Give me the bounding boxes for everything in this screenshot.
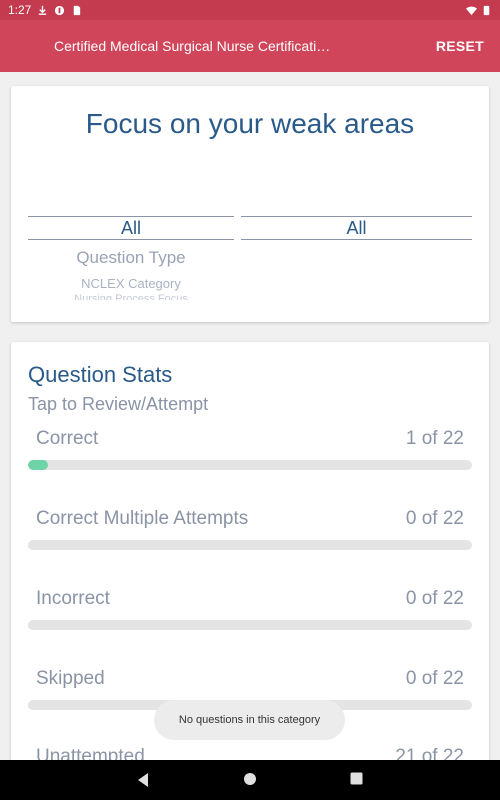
picker-option-question-type[interactable]: Question Type <box>28 248 234 268</box>
block-icon <box>55 5 65 15</box>
app-title: Certified Medical Surgical Nurse Certifi… <box>54 38 331 54</box>
navigation-bar <box>0 760 500 800</box>
status-bar: 1:27 <box>0 0 500 20</box>
recent-apps-icon[interactable] <box>350 772 363 785</box>
toast-message: No questions in this category <box>154 700 345 740</box>
picker-option-nursing-process[interactable]: Nursing Process Focus <box>28 292 234 300</box>
subcategory-filter-select[interactable]: All <box>241 216 472 240</box>
stat-value: 0 of 22 <box>405 588 464 609</box>
battery-icon <box>483 5 490 15</box>
download-icon <box>39 5 47 15</box>
home-icon[interactable] <box>243 772 257 786</box>
progress-bar <box>28 540 472 550</box>
progress-bar <box>28 620 472 630</box>
stat-label: Incorrect <box>36 588 110 609</box>
stat-row-correct-multiple-attempts[interactable]: Correct Multiple Attempts 0 of 22 <box>28 508 472 578</box>
sd-card-icon <box>74 5 81 15</box>
progress-bar <box>28 460 472 470</box>
stat-label: Correct Multiple Attempts <box>36 508 249 529</box>
wifi-icon <box>466 6 477 15</box>
picker-option-nclex-category[interactable]: NCLEX Category <box>28 276 234 291</box>
stat-value: 1 of 22 <box>405 428 464 449</box>
reset-button[interactable]: RESET <box>436 38 484 54</box>
stats-title: Question Stats <box>28 362 173 387</box>
stats-subtitle: Tap to Review/Attempt <box>28 394 209 414</box>
progress-fill <box>28 460 48 470</box>
back-icon[interactable] <box>136 772 150 788</box>
app-bar: Certified Medical Surgical Nurse Certifi… <box>0 20 500 72</box>
stat-row-correct[interactable]: Correct 1 of 22 <box>28 428 472 498</box>
stat-label: Skipped <box>36 668 105 689</box>
stat-value: 0 of 22 <box>405 668 464 689</box>
focus-title: Focus on your weak areas <box>85 108 415 139</box>
stat-value: 0 of 22 <box>405 508 464 529</box>
stat-label: Correct <box>36 428 99 449</box>
stat-row-incorrect[interactable]: Incorrect 0 of 22 <box>28 588 472 658</box>
status-time: 1:27 <box>8 3 32 17</box>
category-filter-select[interactable]: All <box>28 216 234 240</box>
focus-card: Focus on your weak areas All All Questio… <box>11 86 489 322</box>
